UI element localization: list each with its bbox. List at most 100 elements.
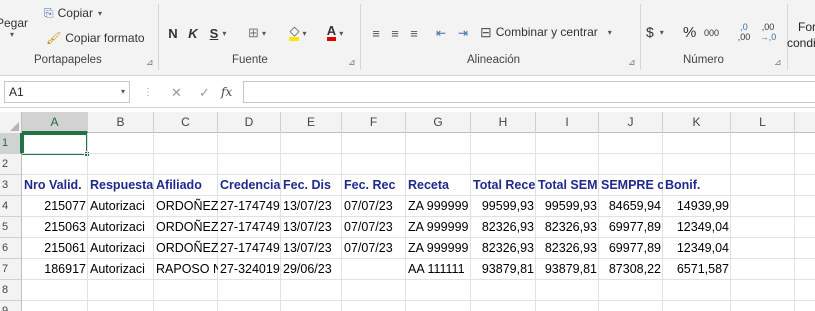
table-cell[interactable]: 14939,99 [663, 196, 731, 217]
table-header-cell[interactable]: Total SEM [536, 175, 599, 196]
column-header-g[interactable]: G [406, 112, 471, 133]
table-cell[interactable]: 69977,89 [599, 238, 663, 259]
alignment-launcher-icon[interactable]: ⊿ [628, 57, 636, 68]
table-cell[interactable]: 93879,81 [536, 259, 599, 280]
table-cell[interactable]: 13/07/23 [281, 238, 342, 259]
row-header-7[interactable]: 7 [0, 259, 22, 280]
row-header-6[interactable]: 6 [0, 238, 22, 259]
table-cell[interactable]: 99599,93 [471, 196, 536, 217]
column-header-f[interactable]: F [342, 112, 406, 133]
table-cell[interactable]: ZA 999999 [406, 238, 471, 259]
table-cell[interactable]: Autorizaci [88, 217, 154, 238]
table-cell[interactable]: RAPOSO N [154, 259, 218, 280]
table-header-cell[interactable]: Fec. Rec [342, 175, 406, 196]
table-cell[interactable]: 87308,22 [599, 259, 663, 280]
bold-button[interactable]: N [165, 24, 181, 42]
table-header-cell[interactable]: Fec. Dis [281, 175, 342, 196]
column-header-l[interactable]: L [731, 112, 795, 133]
align-left-button[interactable]: ≡ [368, 24, 384, 42]
column-header-k[interactable]: K [663, 112, 731, 133]
table-cell[interactable]: Autorizaci [88, 196, 154, 217]
select-all-button[interactable] [0, 112, 22, 133]
paste-button[interactable]: Pegar ▾ [0, 10, 28, 44]
table-header-cell[interactable]: Bonif. [663, 175, 731, 196]
decrease-decimal-button[interactable]: ,00 →,0 [757, 19, 779, 45]
conditional-format-line1[interactable]: For [798, 20, 815, 34]
align-right-button[interactable]: ≡ [406, 24, 422, 42]
column-header-h[interactable]: H [471, 112, 536, 133]
number-launcher-icon[interactable]: ⊿ [774, 57, 782, 68]
table-cell[interactable]: 27-174749 [218, 196, 281, 217]
table-cell[interactable]: 99599,93 [536, 196, 599, 217]
italic-button[interactable]: K [185, 24, 201, 42]
table-cell[interactable]: ORDOÑEZ [154, 238, 218, 259]
table-cell[interactable]: 12349,04 [663, 217, 731, 238]
table-cell[interactable]: 12349,04 [663, 238, 731, 259]
enter-icon[interactable]: ✓ [199, 85, 210, 101]
name-box[interactable]: A1 ▾ [4, 81, 130, 103]
column-header-e[interactable]: E [281, 112, 342, 133]
row-header-2[interactable]: 2 [0, 154, 22, 175]
increase-decimal-button[interactable]: ,0 ,00 [733, 19, 755, 45]
table-header-cell[interactable]: Receta [406, 175, 471, 196]
conditional-format-line2[interactable]: condi [787, 36, 815, 50]
table-cell[interactable]: 13/07/23 [281, 196, 342, 217]
table-cell[interactable]: Autorizaci [88, 238, 154, 259]
row-header-1[interactable]: 1 [0, 133, 22, 154]
table-cell[interactable]: 215077 [22, 196, 88, 217]
percent-style-button[interactable]: % [683, 22, 696, 42]
table-cell[interactable]: 07/07/23 [342, 217, 406, 238]
copy-button[interactable]: ⎘ Copiar ▾ [44, 4, 102, 22]
row-header-5[interactable]: 5 [0, 217, 22, 238]
borders-button[interactable]: ⊞ ▾ [244, 24, 270, 42]
table-cell[interactable]: 29/06/23 [281, 259, 342, 280]
row-header-3[interactable]: 3 [0, 175, 22, 196]
table-cell[interactable]: 6571,587 [663, 259, 731, 280]
table-cell[interactable] [342, 259, 406, 280]
table-cell[interactable]: 82326,93 [471, 238, 536, 259]
column-header-d[interactable]: D [218, 112, 281, 133]
table-cell[interactable]: 84659,94 [599, 196, 663, 217]
table-cell[interactable]: ZA 999999 [406, 217, 471, 238]
column-header-i[interactable]: I [536, 112, 599, 133]
table-cell[interactable]: 186917 [22, 259, 88, 280]
currency-format-button[interactable]: $ ▾ [646, 22, 664, 42]
table-cell[interactable]: 13/07/23 [281, 217, 342, 238]
merge-center-button[interactable]: ⊟ Combinar y centrar ▾ [480, 22, 612, 42]
table-cell[interactable]: 215063 [22, 217, 88, 238]
row-header-9[interactable]: 9 [0, 301, 22, 311]
table-cell[interactable]: ZA 999999 [406, 196, 471, 217]
increase-indent-button[interactable]: ⇥ [454, 24, 472, 42]
column-header-m[interactable]: M [795, 112, 815, 133]
table-cell[interactable]: 82326,93 [471, 217, 536, 238]
cell-area[interactable]: Nro Valid. Respuesta Afiliado Credencia Fec.… [22, 133, 815, 311]
table-cell[interactable]: 07/07/23 [342, 238, 406, 259]
cancel-icon[interactable]: ✕ [171, 85, 182, 101]
insert-function-icon[interactable]: fx [221, 85, 232, 99]
table-cell[interactable]: 93879,81 [471, 259, 536, 280]
formula-input[interactable] [243, 81, 815, 103]
table-cell[interactable]: 27-174749 [218, 217, 281, 238]
column-header-b[interactable]: B [88, 112, 154, 133]
table-cell[interactable]: ORDOÑEZ [154, 217, 218, 238]
table-cell[interactable]: 82326,93 [536, 238, 599, 259]
table-header-cell[interactable]: Afiliado [154, 175, 218, 196]
row-header-8[interactable]: 8 [0, 280, 22, 301]
table-cell[interactable]: 07/07/23 [342, 196, 406, 217]
clipboard-launcher-icon[interactable]: ⊿ [146, 57, 154, 68]
table-cell[interactable]: ORDOÑEZ [154, 196, 218, 217]
table-header-cell[interactable]: Nro Valid. [22, 175, 88, 196]
table-cell[interactable]: 82326,93 [536, 217, 599, 238]
table-cell[interactable]: 69977,89 [599, 217, 663, 238]
column-header-a[interactable]: A [22, 112, 88, 133]
table-header-cell[interactable]: Total Rece [471, 175, 536, 196]
column-header-j[interactable]: J [599, 112, 663, 133]
table-header-cell[interactable]: SEMPRE c [599, 175, 663, 196]
row-header-4[interactable]: 4 [0, 196, 22, 217]
underline-button[interactable]: S ▾ [205, 24, 231, 42]
table-cell[interactable]: 215061 [22, 238, 88, 259]
table-header-cell[interactable]: Credencia [218, 175, 281, 196]
active-cell[interactable] [22, 133, 90, 157]
fill-color-button[interactable]: ◇ ▾ [283, 22, 313, 44]
table-cell[interactable]: AA 111111 [406, 259, 471, 280]
